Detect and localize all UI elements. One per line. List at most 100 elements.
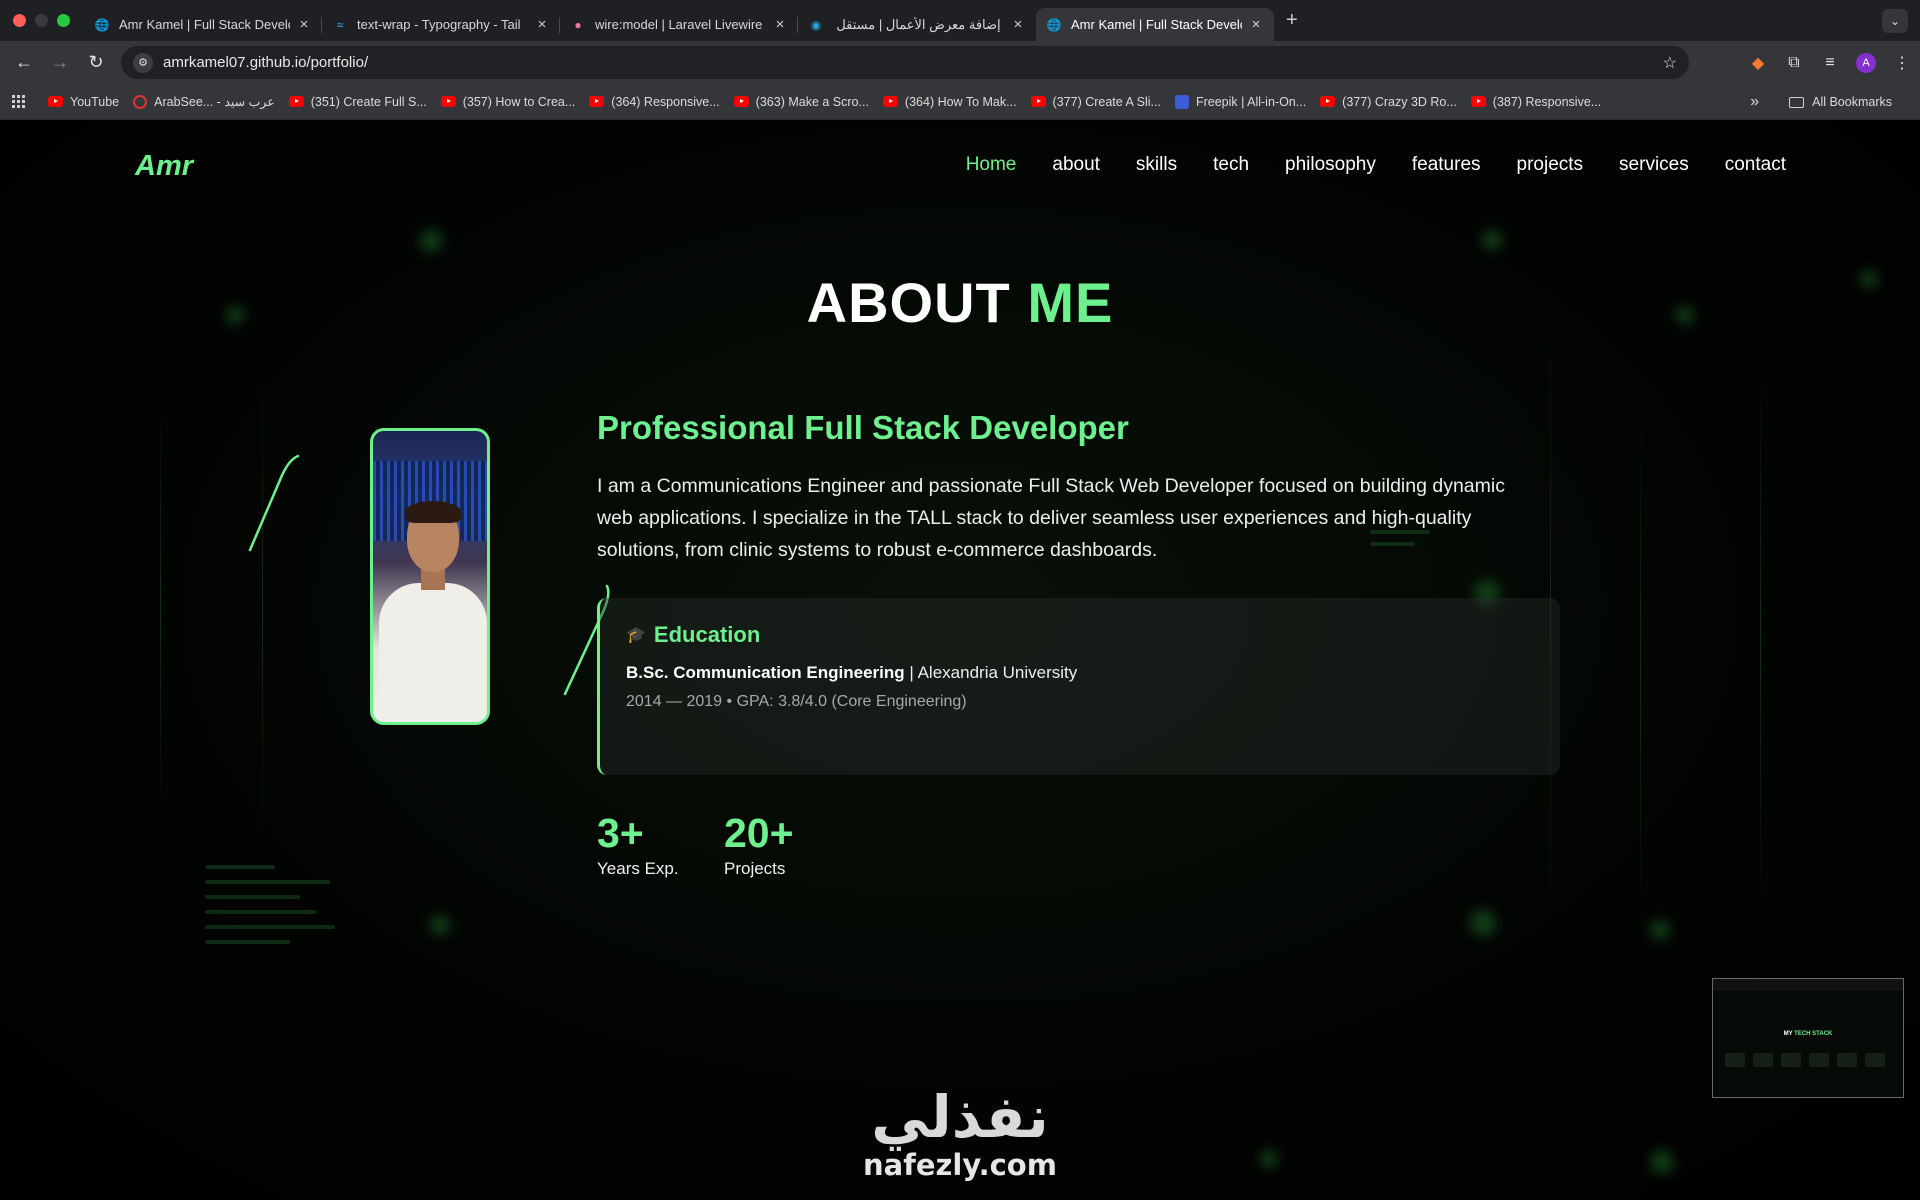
menu-kebab-icon[interactable]: ⋮ — [1884, 53, 1920, 73]
bookmark-item[interactable]: (364) Responsive... — [589, 95, 720, 109]
bookmark-label: (377) Crazy 3D Ro... — [1342, 94, 1457, 109]
back-button[interactable]: ← — [6, 52, 42, 73]
close-tab-icon[interactable]: × — [1010, 16, 1026, 33]
close-tab-icon[interactable]: × — [534, 16, 550, 33]
preview-card — [1865, 1053, 1885, 1067]
youtube-icon — [882, 96, 898, 107]
bio-paragraph: I am a Communications Engineer and passi… — [597, 475, 1505, 561]
nav-projects[interactable]: projects — [1517, 154, 1584, 176]
site-logo[interactable]: Amr — [135, 150, 193, 183]
media-icon[interactable]: ≡ — [1812, 54, 1848, 72]
bookmark-item[interactable]: (387) Responsive... — [1470, 95, 1601, 109]
new-tab-button[interactable]: + — [1286, 9, 1298, 32]
preview-card — [1837, 1053, 1857, 1067]
nafezly-watermark: نفذلي nafezly.com — [850, 1085, 1070, 1181]
bg-glow — [1482, 230, 1502, 250]
stat-value: 3+ — [597, 810, 644, 856]
nav-contact[interactable]: contact — [1725, 154, 1786, 176]
graduation-cap-icon: 🎓 — [626, 627, 646, 644]
tab-4[interactable]: ◉ إضافة معرض الأعمال | مستقل × — [798, 8, 1036, 41]
bookmark-item[interactable]: (357) How to Crea... — [440, 95, 575, 109]
stat-projects: 20+ Projects — [724, 810, 794, 879]
bookmarks-bar: YouTube ArabSee... - عرب سيد (351) Creat… — [0, 84, 1920, 120]
nav-features[interactable]: features — [1412, 154, 1481, 176]
browser-toolbar: ← → ↻ ⚙ amrkamel07.github.io/portfolio/ … — [0, 41, 1920, 84]
nav-philosophy[interactable]: philosophy — [1285, 154, 1376, 176]
tab-2[interactable]: ≈ text-wrap - Typography - Tail × — [322, 8, 560, 41]
tab-1[interactable]: 🌐 Amr Kamel | Full Stack Develo × — [84, 8, 322, 41]
tab-title: Amr Kamel | Full Stack Develo — [119, 17, 290, 32]
portfolio-page: Amr Home about skills tech philosophy fe… — [0, 120, 1920, 1200]
main-nav: Home about skills tech philosophy featur… — [966, 154, 1786, 176]
close-window-button[interactable] — [13, 14, 26, 27]
nav-services[interactable]: services — [1619, 154, 1689, 176]
nav-tech[interactable]: tech — [1213, 154, 1249, 176]
close-tab-icon[interactable]: × — [772, 16, 788, 33]
folder-icon — [1789, 96, 1805, 108]
youtube-icon — [733, 96, 749, 107]
bookmark-item[interactable]: ArabSee... - عرب سيد — [133, 94, 275, 109]
bg-glow — [420, 230, 442, 252]
reload-button[interactable]: ↻ — [78, 52, 114, 73]
site-info-icon[interactable]: ⚙ — [133, 52, 153, 73]
maximize-window-button[interactable] — [57, 14, 70, 27]
bookmark-label: (377) Create A Sli... — [1052, 94, 1161, 109]
bookmark-item[interactable]: (364) How To Mak... — [882, 95, 1017, 109]
more-bookmarks-button[interactable]: » — [1750, 93, 1759, 111]
bg-code — [205, 910, 317, 914]
close-tab-icon[interactable]: × — [296, 16, 312, 33]
url-text[interactable]: amrkamel07.github.io/portfolio/ — [163, 54, 368, 71]
video-preview-thumbnail[interactable]: MY TECH STACK — [1712, 978, 1904, 1098]
all-bookmarks-label: All Bookmarks — [1812, 95, 1892, 109]
minimize-window-button[interactable] — [35, 14, 48, 27]
bg-code — [205, 865, 275, 869]
stat-label: Years Exp. — [597, 859, 679, 878]
all-bookmarks-button[interactable]: All Bookmarks — [1789, 95, 1892, 109]
watermark-latin: nafezly.com — [863, 1148, 1057, 1182]
globe-icon: 🌐 — [94, 17, 110, 32]
puzzle-icon[interactable]: ⧉ — [1776, 54, 1812, 72]
preview-card — [1753, 1053, 1773, 1067]
decor-slash — [248, 454, 300, 552]
watermark-arabic: نفذلي — [871, 1083, 1049, 1151]
nav-skills[interactable]: skills — [1136, 154, 1177, 176]
extension-icon[interactable]: ◆ — [1740, 53, 1776, 73]
bookmark-item[interactable]: (377) Create A Sli... — [1030, 94, 1161, 109]
bg-line — [160, 400, 161, 820]
profile-avatar[interactable]: A — [1856, 52, 1876, 73]
bg-line — [262, 370, 263, 850]
tab-title: wire:model | Laravel Livewire — [595, 17, 763, 32]
section-title: ABOUT ME — [0, 270, 1920, 335]
tab-title: text-wrap - Typography - Tail — [357, 17, 521, 32]
tab-3[interactable]: ● wire:model | Laravel Livewire × — [560, 8, 798, 41]
tab-search-button[interactable]: ⌄ — [1882, 9, 1908, 33]
nav-home[interactable]: Home — [966, 154, 1017, 176]
tab-5-active[interactable]: 🌐 Amr Kamel | Full Stack Develo × — [1036, 8, 1274, 41]
youtube-icon — [48, 96, 63, 107]
youtube-icon — [1030, 96, 1046, 107]
bookmark-item[interactable]: YouTube — [48, 95, 119, 109]
stat-label: Projects — [724, 859, 786, 878]
nav-about[interactable]: about — [1052, 154, 1100, 176]
bookmark-item[interactable]: (351) Create Full S... — [288, 95, 427, 109]
bookmark-item[interactable]: (377) Crazy 3D Ro... — [1320, 95, 1457, 109]
close-tab-icon[interactable]: × — [1248, 16, 1264, 33]
bg-glow — [1470, 910, 1496, 936]
preview-title: MY TECH STACK — [1713, 1031, 1903, 1037]
profile-photo — [370, 428, 490, 725]
bg-code — [205, 880, 330, 884]
bookmark-star-icon[interactable]: ☆ — [1663, 53, 1677, 73]
youtube-icon — [440, 96, 456, 107]
browser-tab-bar: 🌐 Amr Kamel | Full Stack Develo × ≈ text… — [0, 0, 1920, 41]
title-green: ME — [1027, 271, 1114, 334]
bg-code — [205, 925, 335, 929]
address-bar[interactable]: ⚙ amrkamel07.github.io/portfolio/ ☆ — [121, 46, 1689, 79]
forward-button[interactable]: → — [42, 52, 78, 73]
preview-card — [1725, 1053, 1745, 1067]
tab-strip: 🌐 Amr Kamel | Full Stack Develo × ≈ text… — [84, 0, 1298, 41]
bg-code — [205, 895, 300, 899]
bookmarks-right: » All Bookmarks — [1750, 84, 1906, 120]
bookmark-item[interactable]: Freepik | All-in-On... — [1174, 94, 1306, 109]
bookmark-item[interactable]: (363) Make a Scro... — [733, 95, 869, 109]
apps-grid-icon[interactable] — [12, 94, 26, 109]
